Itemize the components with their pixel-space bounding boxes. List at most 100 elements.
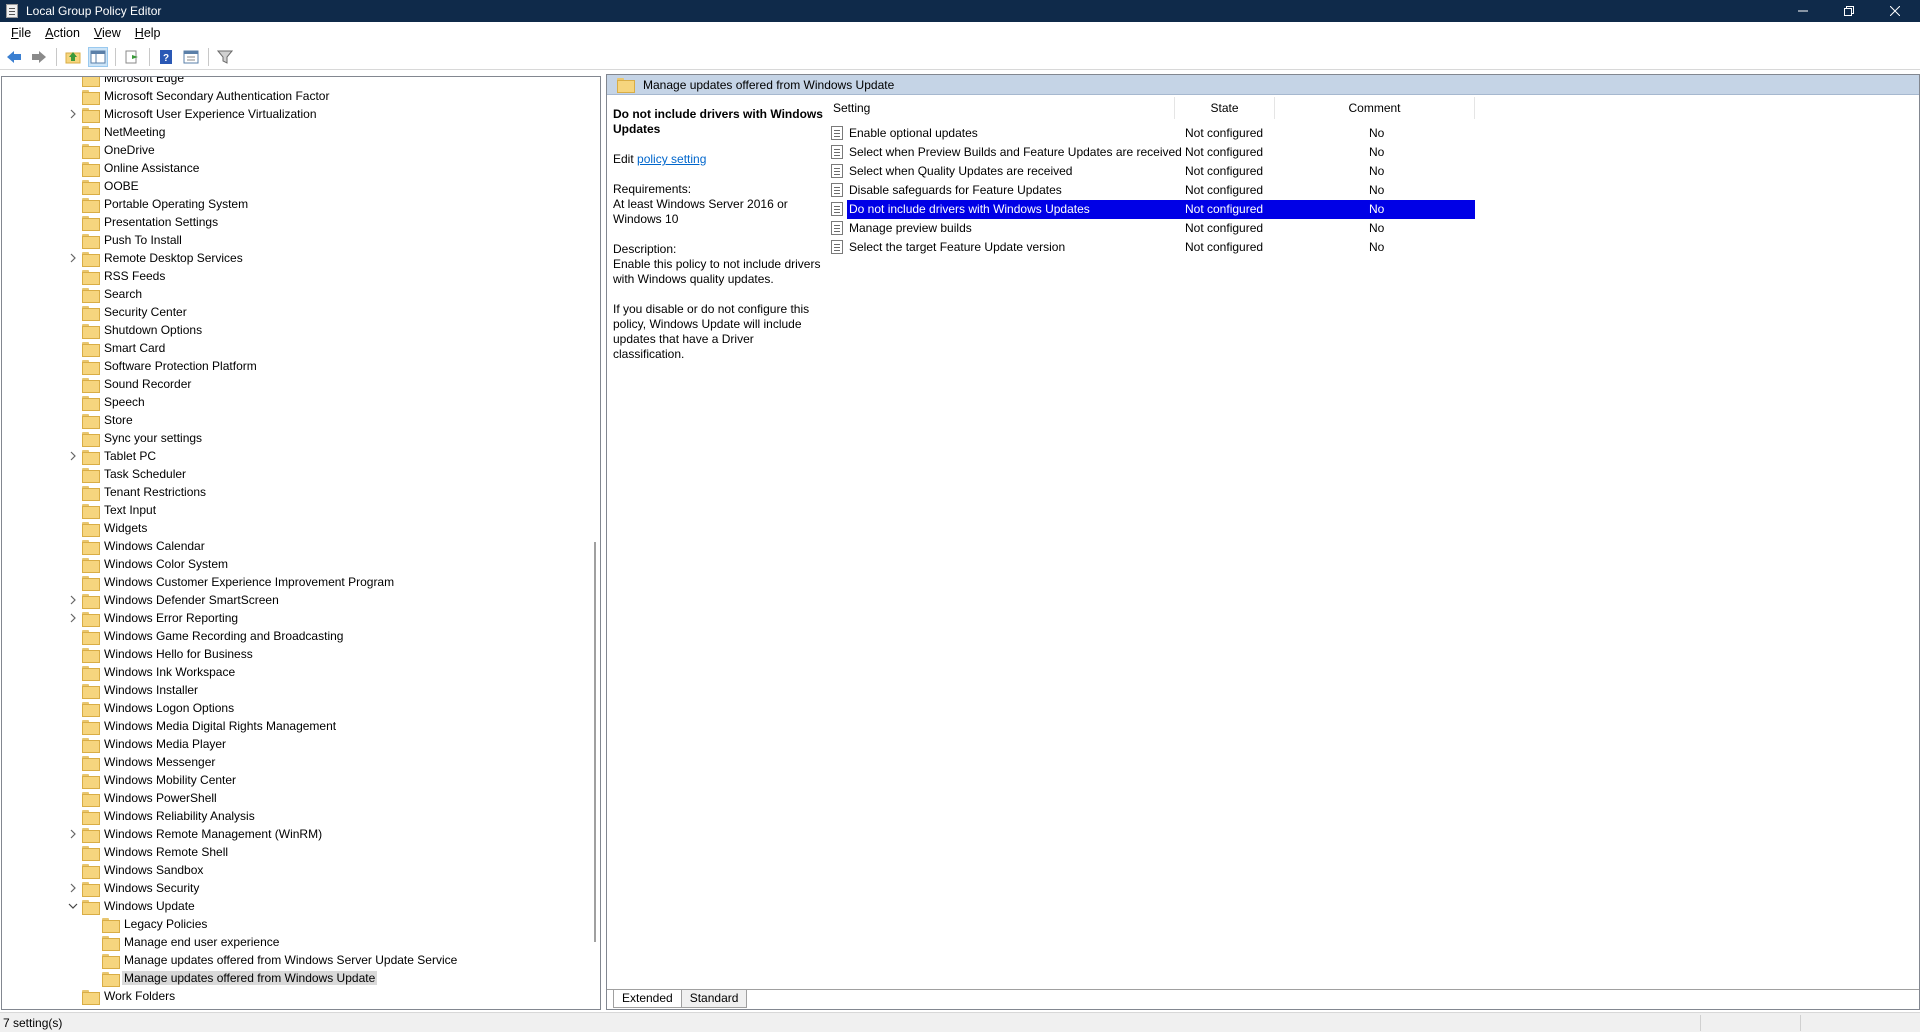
tree-item[interactable]: Windows Error Reporting	[70, 609, 238, 627]
tree-item[interactable]: Speech	[82, 393, 145, 411]
tree-item[interactable]: Windows Logon Options	[82, 699, 234, 717]
tab-standard[interactable]: Standard	[680, 990, 748, 1008]
forward-arrow-icon[interactable]	[29, 47, 49, 67]
tree-item[interactable]: Windows Messenger	[82, 753, 215, 771]
tree-item[interactable]: Windows Remote Shell	[82, 843, 228, 861]
column-header-comment[interactable]: Comment	[1275, 97, 1475, 119]
tree-item[interactable]: Text Input	[82, 501, 156, 519]
tree-item[interactable]: Windows Update	[68, 897, 195, 915]
tree-item[interactable]: Windows Media Player	[82, 735, 226, 753]
tree-item[interactable]: Sound Recorder	[82, 375, 191, 393]
policy-setting-icon	[831, 183, 843, 197]
policy-state: Not configured	[1185, 145, 1264, 159]
chevron-right-icon[interactable]	[68, 595, 78, 605]
folder-icon	[82, 881, 100, 897]
tree-item[interactable]: OOBE	[82, 177, 139, 195]
tree-item[interactable]: Smart Card	[82, 339, 165, 357]
tree-scrollbar-thumb[interactable]	[594, 542, 596, 942]
tree-item[interactable]: Microsoft Secondary Authentication Facto…	[82, 87, 329, 105]
tree-item[interactable]: Windows Mobility Center	[82, 771, 236, 789]
tree-item[interactable]: Windows Color System	[82, 555, 228, 573]
chevron-down-icon[interactable]	[68, 901, 78, 911]
policy-row[interactable]: Select the target Feature Update version…	[825, 238, 1475, 257]
tree-item-label: OneDrive	[104, 143, 155, 157]
export-list-icon[interactable]	[122, 47, 142, 67]
tree-item-label: Microsoft User Experience Virtualization	[104, 107, 317, 121]
policy-row[interactable]: Manage preview builds Not configured No	[825, 219, 1475, 238]
tree-item[interactable]: Windows Remote Management (WinRM)	[70, 825, 322, 843]
tree-item[interactable]: Manage updates offered from Windows Serv…	[102, 951, 457, 969]
chevron-right-icon[interactable]	[68, 253, 78, 263]
tree-item[interactable]: Remote Desktop Services	[70, 249, 243, 267]
tree-item[interactable]: Push To Install	[82, 231, 182, 249]
back-arrow-icon[interactable]	[4, 47, 24, 67]
tree-item[interactable]: Windows Customer Experience Improvement …	[82, 573, 394, 591]
tree-item[interactable]: Windows Media Digital Rights Management	[82, 717, 336, 735]
tree-item[interactable]: Software Protection Platform	[82, 357, 257, 375]
tree-scrollbar[interactable]	[592, 77, 600, 1009]
chevron-right-icon[interactable]	[68, 829, 78, 839]
tree-item[interactable]: Microsoft Edge	[82, 77, 184, 87]
tree-item[interactable]: Windows Calendar	[82, 537, 205, 555]
chevron-right-icon[interactable]	[68, 451, 78, 461]
tree-item[interactable]: Presentation Settings	[82, 213, 218, 231]
tree-item[interactable]: Shutdown Options	[82, 321, 202, 339]
menu-view[interactable]: View	[87, 26, 128, 40]
minimize-icon[interactable]	[1780, 0, 1826, 22]
menu-file[interactable]: File	[4, 26, 38, 40]
tree-item[interactable]: Task Scheduler	[82, 465, 186, 483]
policy-setting-link[interactable]: policy setting	[637, 152, 706, 166]
policy-row[interactable]: Select when Quality Updates are received…	[825, 162, 1475, 181]
tree-item[interactable]: Windows Game Recording and Broadcasting	[82, 627, 343, 645]
policy-row[interactable]: Disable safeguards for Feature Updates No…	[825, 181, 1475, 200]
tree-item[interactable]: Windows Installer	[82, 681, 198, 699]
tree-item[interactable]: Tablet PC	[70, 447, 156, 465]
folder-icon	[82, 593, 100, 609]
policy-row[interactable]: Select when Preview Builds and Feature U…	[825, 143, 1475, 162]
navigation-tree[interactable]: Microsoft Edge Microsoft Secondary Authen…	[1, 76, 601, 1010]
tree-item-label: Windows Game Recording and Broadcasting	[104, 629, 344, 643]
tree-item[interactable]: Windows Hello for Business	[82, 645, 253, 663]
tab-extended[interactable]: Extended	[613, 990, 682, 1008]
tree-item[interactable]: NetMeeting	[82, 123, 165, 141]
menu-action[interactable]: Action	[38, 26, 87, 40]
tree-item[interactable]: Windows Security	[70, 879, 199, 897]
tree-item[interactable]: Windows Defender SmartScreen	[70, 591, 279, 609]
tree-item[interactable]: Security Center	[82, 303, 187, 321]
tree-item[interactable]: Work Folders	[82, 987, 175, 1005]
filter-icon[interactable]	[215, 47, 235, 67]
tree-item[interactable]: Sync your settings	[82, 429, 202, 447]
tree-item[interactable]: Manage updates offered from Windows Upda…	[102, 969, 378, 987]
tree-item[interactable]: Windows Sandbox	[82, 861, 203, 879]
tree-item[interactable]: OneDrive	[82, 141, 155, 159]
tree-item[interactable]: Legacy Policies	[102, 915, 207, 933]
help-icon[interactable]: ?	[156, 47, 176, 67]
tree-item[interactable]: Online Assistance	[82, 159, 199, 177]
menu-help[interactable]: Help	[128, 26, 168, 40]
show-hide-tree-icon[interactable]	[88, 46, 108, 67]
properties-icon[interactable]	[181, 47, 201, 67]
tree-item[interactable]: Store	[82, 411, 133, 429]
chevron-right-icon[interactable]	[68, 613, 78, 623]
restore-icon[interactable]	[1826, 0, 1872, 22]
tree-item[interactable]: Windows Ink Workspace	[82, 663, 235, 681]
toolbar-separator	[149, 47, 150, 66]
tree-item[interactable]: Windows PowerShell	[82, 789, 217, 807]
tree-item[interactable]: Windows Reliability Analysis	[82, 807, 255, 825]
policy-row[interactable]: Enable optional updates Not configured No	[825, 124, 1475, 143]
up-folder-icon[interactable]	[63, 47, 83, 67]
tree-item[interactable]: Portable Operating System	[82, 195, 248, 213]
close-icon[interactable]	[1872, 0, 1918, 22]
tree-item-label: Search	[104, 287, 143, 301]
tree-item[interactable]: Manage end user experience	[102, 933, 279, 951]
tree-item[interactable]: Microsoft User Experience Virtualization	[70, 105, 317, 123]
tree-item[interactable]: Tenant Restrictions	[82, 483, 206, 501]
tree-item[interactable]: Search	[82, 285, 142, 303]
chevron-right-icon[interactable]	[68, 883, 78, 893]
column-header-state[interactable]: State	[1175, 97, 1275, 119]
tree-item[interactable]: Widgets	[82, 519, 147, 537]
column-header-setting[interactable]: Setting	[825, 97, 1175, 119]
policy-row[interactable]: Do not include drivers with Windows Upda…	[825, 200, 1475, 219]
tree-item[interactable]: RSS Feeds	[82, 267, 165, 285]
chevron-right-icon[interactable]	[68, 109, 78, 119]
